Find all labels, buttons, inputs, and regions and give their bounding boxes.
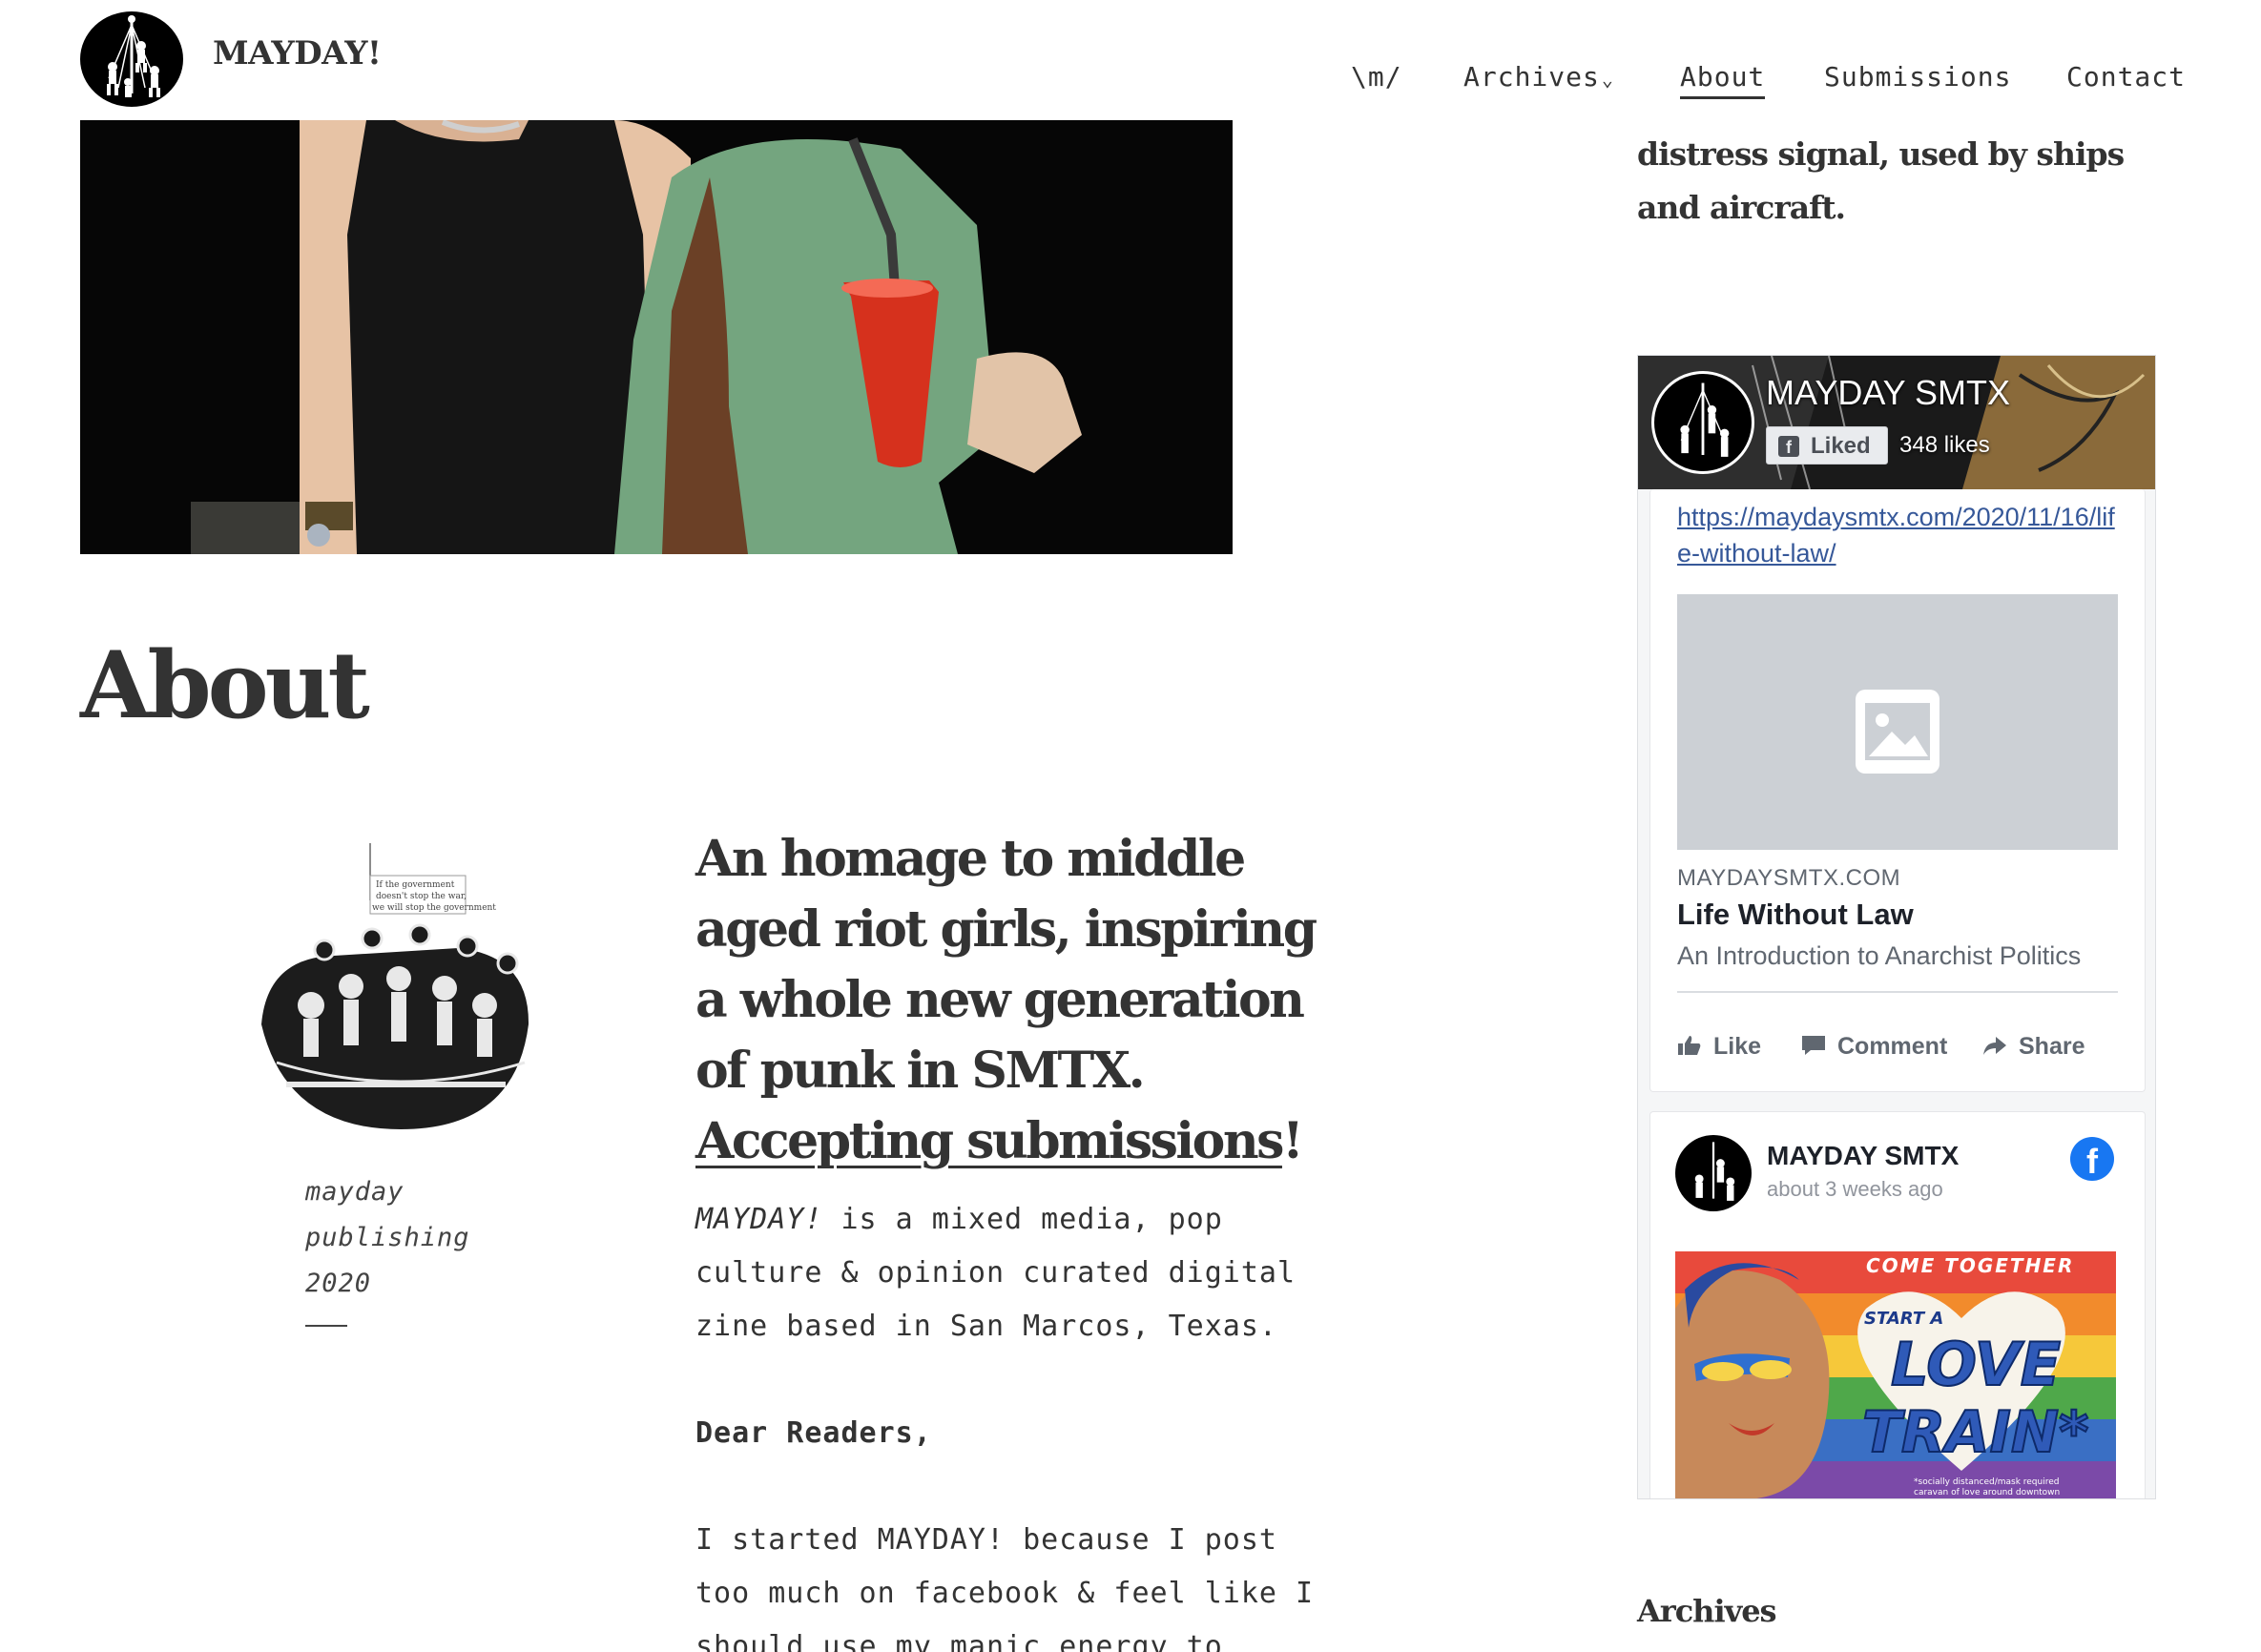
- poster-train: TRAIN*: [1862, 1399, 2088, 1466]
- byline-year: 2020: [305, 1269, 372, 1298]
- greeting: Dear Readers,: [695, 1416, 932, 1450]
- nav-item-submissions[interactable]: Submissions: [1824, 61, 2011, 93]
- link-title[interactable]: Life Without Law: [1677, 898, 1914, 932]
- comment-action-label: Comment: [1837, 1033, 1948, 1060]
- poster-headline: COME TOGETHER: [1866, 1254, 2074, 1277]
- mayday-figures-logo-icon: [1680, 382, 1730, 457]
- facebook-liked-label: Liked: [1811, 433, 1871, 459]
- body-paragraph: I started MAYDAY! because I post too muc…: [695, 1523, 1315, 1652]
- post-author-avatar[interactable]: [1675, 1135, 1752, 1211]
- like-action-label: Like: [1713, 1033, 1762, 1060]
- collage-caption-2: doesn't stop the war,: [376, 892, 467, 901]
- poster-start-a: START A: [1864, 1309, 1943, 1329]
- facebook-post-card: https://maydaysmtx.com/2020/11/16/life-w…: [1649, 489, 2146, 1092]
- byline: mayday publishing 2020: [305, 1169, 470, 1307]
- protest-collage-graphic: If the government doesn't stop the war, …: [261, 843, 529, 1129]
- facebook-post-card-2: MAYDAY SMTX about 3 weeks ago f COME TOG…: [1649, 1111, 2146, 1498]
- link-preview-image[interactable]: [1677, 594, 2118, 850]
- share-action[interactable]: Share: [1982, 1033, 2085, 1061]
- comment-icon: [1802, 1036, 1825, 1055]
- facebook-logo-icon[interactable]: f: [2070, 1137, 2114, 1181]
- site-logo[interactable]: [80, 11, 183, 107]
- image-placeholder-glyph: [1865, 703, 1930, 760]
- nav-item-archives[interactable]: Archives ⌄: [1463, 61, 1614, 93]
- byline-publisher: mayday: [305, 1177, 404, 1207]
- facebook-cover[interactable]: MAYDAY SMTX f Liked 348 likes: [1638, 356, 2155, 489]
- share-arrow-icon: [1983, 1037, 2006, 1055]
- comment-action[interactable]: Comment: [1801, 1033, 1947, 1061]
- collage-caption-3: we will stop the government: [372, 903, 496, 913]
- mayday-figures-logo-icon: [107, 15, 160, 97]
- poster-footnote-1: *socially distanced/mask required: [1914, 1477, 2059, 1487]
- protest-collage-image: If the government doesn't stop the war, …: [258, 843, 534, 1129]
- nav-item-contact[interactable]: Contact: [2066, 61, 2186, 93]
- page-title: About: [80, 631, 370, 739]
- lead-end: !: [1281, 1112, 1304, 1170]
- poster-love: LOVE: [1891, 1330, 2061, 1399]
- archives-heading: Archives: [1637, 1593, 1777, 1629]
- byline-publishing: publishing: [305, 1223, 470, 1252]
- love-train-poster-image[interactable]: COME TOGETHER START A LOVE TRAIN* *socia…: [1675, 1251, 2116, 1498]
- nav-item-metal[interactable]: \m/: [1351, 61, 1402, 93]
- link-divider: [1677, 991, 2118, 993]
- like-action[interactable]: Like: [1677, 1033, 1761, 1061]
- post-author-name[interactable]: MAYDAY SMTX: [1767, 1141, 1959, 1171]
- facebook-page-widget: MAYDAY SMTX f Liked 348 likes https://ma…: [1637, 355, 2156, 1499]
- share-action-label: Share: [2019, 1033, 2085, 1060]
- facebook-f-icon: f: [1778, 436, 1799, 457]
- poster-footnote-2: caravan of love around downtown: [1914, 1488, 2060, 1497]
- image-placeholder-icon: [1856, 690, 1939, 774]
- facebook-liked-button[interactable]: f Liked: [1766, 426, 1888, 465]
- lead-paragraph: An homage to middle aged riot girls, ins…: [695, 824, 1325, 1177]
- chevron-down-icon: ⌄: [1601, 68, 1614, 91]
- post-actions: Like Comment Share: [1677, 1033, 2126, 1071]
- mayday-figures-logo-icon: [1694, 1142, 1735, 1201]
- post-timestamp[interactable]: about 3 weeks ago: [1767, 1177, 1943, 1202]
- byline-divider: [305, 1325, 347, 1327]
- link-domain: MAYDAYSMTX.COM: [1677, 865, 1901, 891]
- facebook-page-avatar[interactable]: [1651, 371, 1754, 474]
- link-description: An Introduction to Anarchist Politics: [1677, 941, 2082, 970]
- love-train-poster-graphic: COME TOGETHER START A LOVE TRAIN* *socia…: [1675, 1251, 2116, 1498]
- sidebar-intro-text: distress signal, used by ships and aircr…: [1637, 135, 2125, 226]
- facebook-page-name[interactable]: MAYDAY SMTX: [1766, 373, 2010, 413]
- hero-photo-graphic: [80, 120, 1233, 554]
- nav-item-archives-label: Archives: [1463, 61, 1600, 93]
- accepting-submissions-link[interactable]: Accepting submissions: [695, 1112, 1284, 1170]
- collage-caption-1: If the government: [376, 880, 455, 890]
- thumbs-up-icon: [1678, 1036, 1701, 1055]
- facebook-post-link[interactable]: https://maydaysmtx.com/2020/11/16/life-w…: [1677, 499, 2126, 571]
- facebook-like-count: 348 likes: [1899, 432, 1990, 458]
- hero-photo: [80, 120, 1233, 554]
- site-title[interactable]: MAYDAY!: [213, 34, 382, 72]
- intro-paragraph: MAYDAY! is a mixed media, pop culture & …: [695, 1193, 1344, 1353]
- lead-text: An homage to middle aged riot girls, ins…: [695, 830, 1317, 1100]
- intro-brand: MAYDAY!: [695, 1203, 823, 1236]
- nav-item-about[interactable]: About: [1680, 61, 1766, 99]
